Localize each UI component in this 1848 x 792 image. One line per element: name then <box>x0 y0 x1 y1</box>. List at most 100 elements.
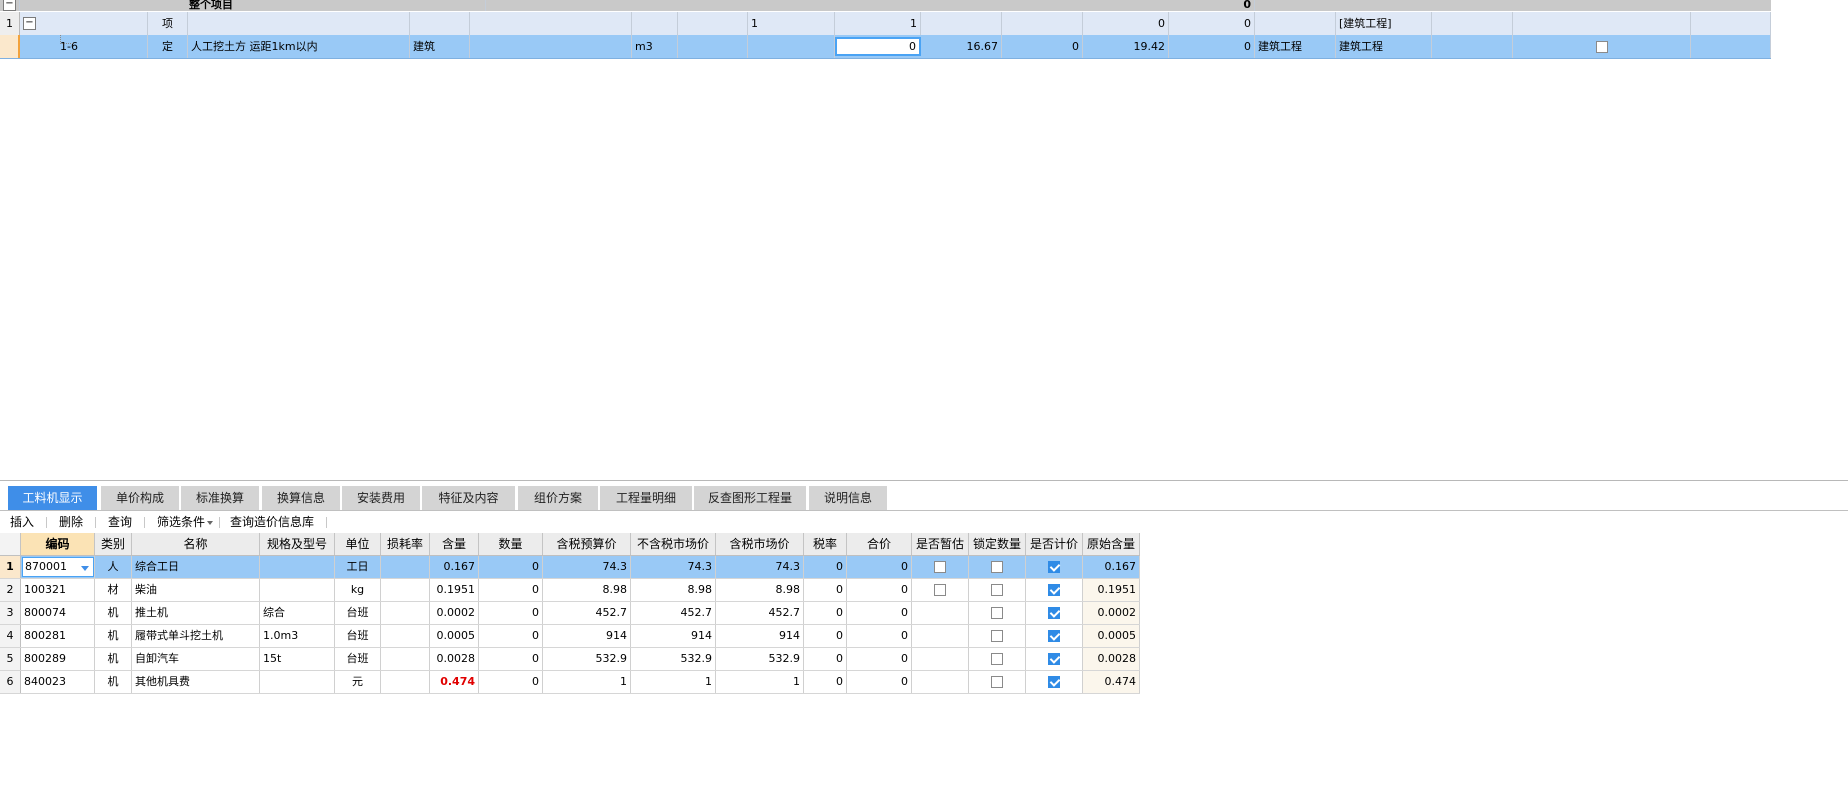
tab-unit-price[interactable]: 单价构成 <box>101 486 179 510</box>
content-cell[interactable]: 0.1951 <box>430 579 479 601</box>
col-header-loss-rate[interactable]: 损耗率 <box>381 533 430 555</box>
original-content-cell[interactable]: 0.1951 <box>1083 579 1140 601</box>
query-price-db-button[interactable]: 查询造价信息库 <box>230 513 314 531</box>
spec-cell[interactable]: 综合 <box>260 602 335 624</box>
total-cell[interactable]: 0 <box>847 625 912 647</box>
tax-rate-cell[interactable]: 0 <box>804 579 847 601</box>
priced-checkbox[interactable] <box>1048 584 1060 596</box>
loss-rate-cell[interactable] <box>381 648 430 670</box>
collapse-icon[interactable]: − <box>23 16 36 30</box>
code-cell[interactable]: 100321 <box>21 579 95 601</box>
provisional-checkbox[interactable] <box>934 584 946 596</box>
spec-cell[interactable]: 15t <box>260 648 335 670</box>
tax-budget-price-cell[interactable]: 74.3 <box>543 556 631 578</box>
tab-installation-fee[interactable]: 安装费用 <box>342 486 420 510</box>
unit-cell[interactable]: 台班 <box>335 625 381 647</box>
category-cell[interactable]: 机 <box>95 671 132 693</box>
lock-quantity-checkbox[interactable] <box>991 676 1003 688</box>
tab-quantity-details[interactable]: 工程量明细 <box>600 486 692 510</box>
quantity-cell[interactable]: 1 <box>835 12 921 35</box>
name-cell[interactable]: 柴油 <box>132 579 260 601</box>
lock-quantity-checkbox[interactable] <box>991 584 1003 596</box>
table-row[interactable]: 2 100321 材柴油 kg 0.1951 0 8.98 8.98 8.98 0 0 0.1951 <box>0 579 1140 602</box>
original-content-cell[interactable]: 0.0005 <box>1083 625 1140 647</box>
category-cell[interactable]: 材 <box>95 579 132 601</box>
tab-labor-material-machine[interactable]: 工料机显示 <box>8 486 97 510</box>
name-cell[interactable]: 履带式单斗挖土机 <box>132 625 260 647</box>
market-price-ex-tax-cell[interactable]: 914 <box>631 625 716 647</box>
tax-rate-cell[interactable]: 0 <box>804 625 847 647</box>
market-price-in-tax-cell[interactable]: 532.9 <box>716 648 804 670</box>
code-cell[interactable]: 840023 <box>21 671 95 693</box>
quota-row[interactable]: 1-6 定 人工挖土方 运距1km以内 建筑 m3 0 16.67 0 19.4… <box>0 35 1771 59</box>
total-cell[interactable]: 0 <box>847 648 912 670</box>
market-price-in-tax-cell[interactable]: 1 <box>716 671 804 693</box>
quantity-input[interactable]: 0 <box>835 37 921 56</box>
tax-budget-price-cell[interactable]: 1 <box>543 671 631 693</box>
loss-rate-cell[interactable] <box>381 625 430 647</box>
provisional-checkbox[interactable] <box>934 561 946 573</box>
total-cell[interactable]: 0 <box>847 602 912 624</box>
spec-cell[interactable] <box>260 556 335 578</box>
category-cell[interactable]: 机 <box>95 648 132 670</box>
content-cell[interactable]: 0.0002 <box>430 602 479 624</box>
table-row[interactable]: 4 800281 机履带式单斗挖土机 1.0m3 台班 0.0005 0 914 914 914 0… <box>0 625 1140 648</box>
loss-rate-cell[interactable] <box>381 579 430 601</box>
name-cell[interactable]: 综合工日 <box>132 556 260 578</box>
quantity-cell[interactable]: 0 <box>479 556 543 578</box>
quantity-cell[interactable]: 0 <box>479 602 543 624</box>
code-cell[interactable]: 800289 <box>21 648 95 670</box>
row-checkbox[interactable] <box>1595 41 1608 53</box>
col-header-spec[interactable]: 规格及型号 <box>260 533 335 555</box>
name-cell[interactable]: 人工挖土方 运距1km以内 <box>188 35 410 58</box>
total-cell[interactable]: 0 <box>847 671 912 693</box>
market-price-ex-tax-cell[interactable]: 74.3 <box>631 556 716 578</box>
lock-quantity-checkbox[interactable] <box>991 561 1003 573</box>
spec-cell[interactable] <box>260 671 335 693</box>
tab-features[interactable]: 特征及内容 <box>422 486 515 510</box>
original-content-cell[interactable]: 0.0002 <box>1083 602 1140 624</box>
code-cell[interactable]: 800281 <box>21 625 95 647</box>
col-header-market-price-in-tax[interactable]: 含税市场价 <box>716 533 804 555</box>
market-price-in-tax-cell[interactable]: 452.7 <box>716 602 804 624</box>
table-row[interactable]: 1 870001 人综合工日 工日 0.167 0 74.3 74.3 74.3 0 0 0.167 <box>0 556 1140 579</box>
original-content-cell[interactable]: 0.474 <box>1083 671 1140 693</box>
content-cell[interactable]: 0.167 <box>430 556 479 578</box>
tax-rate-cell[interactable]: 0 <box>804 602 847 624</box>
dropdown-caret-icon[interactable] <box>81 566 89 571</box>
content-cell[interactable]: 0.0005 <box>430 625 479 647</box>
original-content-cell[interactable]: 0.167 <box>1083 556 1140 578</box>
market-price-ex-tax-cell[interactable]: 532.9 <box>631 648 716 670</box>
col-header-lock-quantity[interactable]: 锁定数量 <box>969 533 1026 555</box>
market-price-ex-tax-cell[interactable]: 452.7 <box>631 602 716 624</box>
code-cell[interactable]: 800074 <box>21 602 95 624</box>
tax-budget-price-cell[interactable]: 914 <box>543 625 631 647</box>
category-cell[interactable]: 机 <box>95 602 132 624</box>
name-cell[interactable]: 其他机具费 <box>132 671 260 693</box>
tax-budget-price-cell[interactable]: 452.7 <box>543 602 631 624</box>
table-row[interactable]: 6 840023 机其他机具费元 0.474 0 1 1 1 0 0 0.474 <box>0 671 1140 694</box>
code-input[interactable]: 870001 <box>22 557 94 577</box>
query-button[interactable]: 查询 <box>108 513 132 531</box>
name-cell[interactable]: 推土机 <box>132 602 260 624</box>
unit-cell[interactable]: kg <box>335 579 381 601</box>
tax-rate-cell[interactable]: 0 <box>804 648 847 670</box>
col-header-quantity[interactable]: 数量 <box>479 533 543 555</box>
priced-checkbox[interactable] <box>1048 676 1060 688</box>
quantity-cell[interactable]: 0 <box>479 648 543 670</box>
market-price-in-tax-cell[interactable]: 914 <box>716 625 804 647</box>
unit-cell[interactable]: 台班 <box>335 648 381 670</box>
content-cell[interactable]: 0.474 <box>430 671 479 693</box>
col-header-market-price-ex-tax[interactable]: 不含税市场价 <box>631 533 716 555</box>
unit-cell[interactable]: 元 <box>335 671 381 693</box>
insert-button[interactable]: 插入 <box>10 513 34 531</box>
tax-rate-cell[interactable]: 0 <box>804 671 847 693</box>
table-row[interactable]: 3 800074 机推土机 综合 台班 0.0002 0 452.7 452.7 452.7 0 0 0… <box>0 602 1140 625</box>
loss-rate-cell[interactable] <box>381 556 430 578</box>
tax-budget-price-cell[interactable]: 8.98 <box>543 579 631 601</box>
priced-checkbox[interactable] <box>1048 561 1060 573</box>
market-price-ex-tax-cell[interactable]: 8.98 <box>631 579 716 601</box>
tax-rate-cell[interactable]: 0 <box>804 556 847 578</box>
loss-rate-cell[interactable] <box>381 671 430 693</box>
priced-checkbox[interactable] <box>1048 653 1060 665</box>
